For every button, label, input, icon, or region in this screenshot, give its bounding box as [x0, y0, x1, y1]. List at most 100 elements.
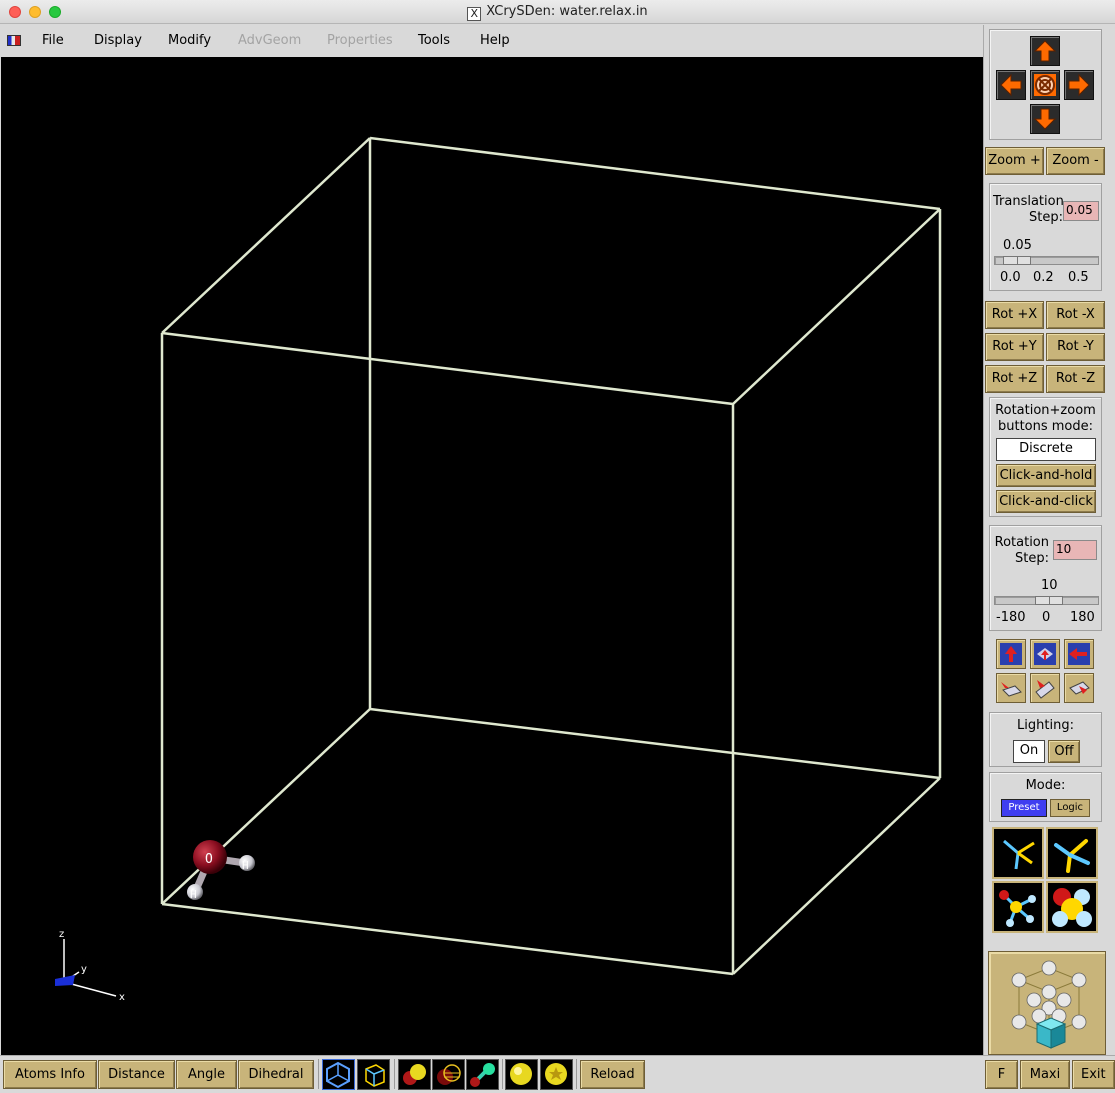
- f-button[interactable]: F: [985, 1060, 1018, 1089]
- toolbar-separator: [502, 1059, 503, 1089]
- rot-plus-x-button[interactable]: Rot +X: [985, 301, 1044, 329]
- view-f-button[interactable]: [1064, 673, 1094, 703]
- crystal-cell-button[interactable]: [988, 951, 1106, 1055]
- translation-tick-mid: 0.2: [1033, 270, 1054, 285]
- rotation-step-input[interactable]: 10: [1053, 540, 1097, 560]
- rotation-step-label: Step:: [1015, 551, 1049, 566]
- app-menu-icon[interactable]: [7, 35, 21, 46]
- arrow-down-icon: [1033, 108, 1057, 130]
- rot-minus-y-button[interactable]: Rot -Y: [1046, 333, 1105, 361]
- rotzoom-mode-label: Rotation+zoom: [995, 403, 1096, 418]
- dihedral-button[interactable]: Dihedral: [238, 1060, 314, 1089]
- bonded-atoms-icon: [470, 1063, 495, 1087]
- zoom-in-button[interactable]: Zoom +: [985, 147, 1044, 175]
- pipe-molecule-icon: [1054, 839, 1090, 873]
- angle-button[interactable]: Angle: [176, 1060, 237, 1089]
- atoms-display-button[interactable]: [398, 1059, 431, 1090]
- mode-click-and-hold-button[interactable]: Click-and-hold: [996, 464, 1096, 487]
- translation-slider[interactable]: [994, 256, 1099, 265]
- plane-x-icon: [1001, 682, 1022, 697]
- plane-z-icon: [1069, 681, 1090, 695]
- y-axis-label: y: [81, 964, 87, 975]
- rotation-slider[interactable]: [994, 596, 1099, 605]
- menu-properties: Properties: [327, 33, 393, 48]
- translate-up-button[interactable]: [1030, 36, 1060, 66]
- view-c-button[interactable]: [1064, 639, 1094, 669]
- translation-step-input[interactable]: 0.05: [1063, 201, 1099, 221]
- cube-icon: [365, 1064, 385, 1087]
- menu-advgeom: AdvGeom: [238, 33, 302, 48]
- rot-minus-z-button[interactable]: Rot -Z: [1046, 365, 1105, 393]
- unit-cell-toggle-button[interactable]: [357, 1059, 390, 1090]
- star-atom-button[interactable]: [540, 1059, 573, 1090]
- rot-plus-z-button[interactable]: Rot +Z: [985, 365, 1044, 393]
- menu-help[interactable]: Help: [480, 33, 510, 48]
- lighting-on-button[interactable]: On: [1013, 740, 1045, 763]
- translation-slider-handle[interactable]: [1003, 256, 1031, 265]
- reload-button[interactable]: Reload: [580, 1060, 645, 1089]
- display-spacefill-button[interactable]: [1046, 881, 1098, 933]
- menu-display[interactable]: Display: [94, 33, 142, 48]
- translate-right-button[interactable]: [1064, 70, 1094, 100]
- x11-icon: X: [467, 7, 482, 21]
- view-d-button[interactable]: [996, 673, 1026, 703]
- rot-plus-y-button[interactable]: Rot +Y: [985, 333, 1044, 361]
- window-title-text: XCrySDen: water.relax.in: [486, 4, 648, 19]
- atoms-info-button[interactable]: Atoms Info: [3, 1060, 97, 1089]
- mode-logic-button[interactable]: Logic: [1050, 799, 1090, 817]
- mode-preset-button[interactable]: Preset: [1001, 799, 1047, 817]
- toolbar-separator: [576, 1059, 577, 1089]
- arrow-right-icon: [1068, 73, 1090, 97]
- view-front-icon: [1034, 643, 1056, 665]
- menu-file[interactable]: File: [42, 33, 64, 48]
- lighting-off-button[interactable]: Off: [1048, 740, 1080, 763]
- display-lines-button[interactable]: [992, 827, 1044, 879]
- wireframe-atom-icon: [437, 1064, 461, 1085]
- translation-step-label: Step:: [1029, 210, 1063, 225]
- mode-discrete-button[interactable]: Discrete: [996, 438, 1096, 461]
- view-down-icon: [1000, 643, 1022, 665]
- bottom-toolbar: Atoms Info Distance Angle Dihedral Reloa…: [0, 1055, 1115, 1090]
- bonds-display-button[interactable]: [466, 1059, 499, 1090]
- view-e-button[interactable]: [1030, 673, 1060, 703]
- rotation-slider-handle[interactable]: [1035, 596, 1063, 605]
- maxi-button[interactable]: Maxi: [1020, 1060, 1070, 1089]
- view-b-button[interactable]: [1030, 639, 1060, 669]
- translation-step-group: Translation Step: 0.05 0.05 0.0 0.2 0.5: [989, 183, 1102, 291]
- translation-tick-min: 0.0: [1000, 270, 1021, 285]
- exit-button[interactable]: Exit: [1072, 1060, 1115, 1089]
- unit-cell-box: [160, 136, 942, 976]
- translate-left-button[interactable]: [996, 70, 1026, 100]
- control-panel: Zoom + Zoom - Translation Step: 0.05 0.0…: [983, 25, 1115, 1055]
- mode-click-and-click-button[interactable]: Click-and-click: [996, 490, 1096, 513]
- zoom-out-button[interactable]: Zoom -: [1046, 147, 1105, 175]
- translate-center-button[interactable]: [1030, 70, 1060, 100]
- toolbar-separator: [318, 1059, 319, 1089]
- rotzoom-mode-label-2: buttons mode:: [997, 419, 1094, 434]
- rotzoom-mode-group: Rotation+zoom buttons mode: Discrete Cli…: [989, 397, 1102, 517]
- ball-stick-molecule-icon: [999, 890, 1036, 927]
- translate-down-button[interactable]: [1030, 104, 1060, 134]
- rotation-slider-value: 10: [1041, 578, 1058, 593]
- display-pipes-button[interactable]: [1046, 827, 1098, 879]
- arrow-up-icon: [1033, 40, 1057, 62]
- distance-button[interactable]: Distance: [98, 1060, 175, 1089]
- arrow-left-icon: [1000, 73, 1022, 97]
- structure-viewport[interactable]: O H H z y x: [1, 57, 983, 1055]
- rot-minus-x-button[interactable]: Rot -X: [1046, 301, 1105, 329]
- lighting-group: Lighting: On Off: [989, 712, 1102, 767]
- wireframe-atoms-button[interactable]: [432, 1059, 465, 1090]
- display-ballstick-button[interactable]: [992, 881, 1044, 933]
- sphere-atom-button[interactable]: [505, 1059, 538, 1090]
- view-a-button[interactable]: [996, 639, 1026, 669]
- z-axis-label: z: [59, 929, 64, 940]
- translation-slider-value: 0.05: [1003, 238, 1032, 253]
- x-axis-label: x: [119, 992, 125, 1003]
- atoms-icon: [403, 1064, 426, 1085]
- toolbar-separator: [394, 1059, 395, 1089]
- menu-bar: File Display Modify AdvGeom Properties T…: [0, 25, 983, 57]
- plane-y-icon: [1035, 680, 1055, 699]
- menu-modify[interactable]: Modify: [168, 33, 211, 48]
- menu-tools[interactable]: Tools: [418, 33, 450, 48]
- wigner-seitz-button[interactable]: [322, 1059, 355, 1090]
